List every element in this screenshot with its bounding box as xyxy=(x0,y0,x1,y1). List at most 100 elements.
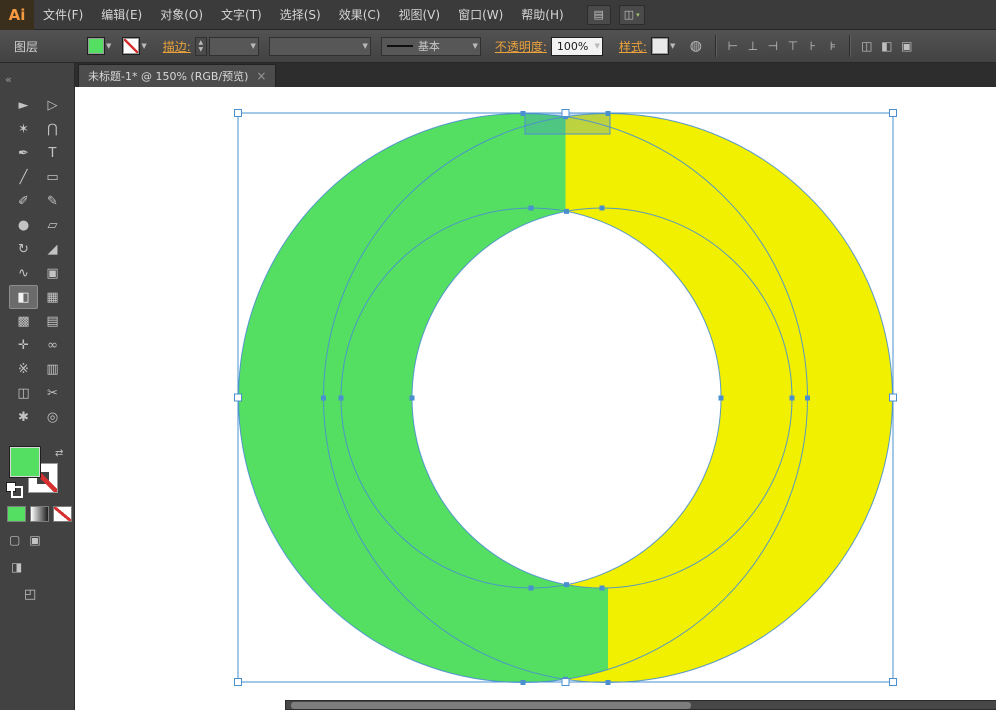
anchor-point[interactable] xyxy=(339,396,344,401)
document-tab[interactable]: 未标题-1* @ 150% (RGB/预览) × xyxy=(78,64,276,87)
stroke-panel-link[interactable]: 描边: xyxy=(163,38,191,55)
align-4-icon[interactable]: ⊤ xyxy=(784,37,801,55)
anchor-point[interactable] xyxy=(606,111,611,116)
selection-tool[interactable]: ► xyxy=(9,93,38,117)
menu-item-8[interactable]: 窗口(W) xyxy=(449,0,512,30)
menu-item-6[interactable]: 效果(C) xyxy=(330,0,390,30)
rectangle-tool[interactable]: ▭ xyxy=(38,165,67,189)
free-transform-tool[interactable]: ▣ xyxy=(38,261,67,285)
gradient-tool[interactable]: ▤ xyxy=(38,309,67,333)
recolor-artwork-button[interactable]: ◍ xyxy=(687,37,704,55)
arrange-documents-button[interactable]: ◫ ▾ xyxy=(619,5,645,25)
opacity-panel-link[interactable]: 不透明度: xyxy=(495,38,547,55)
screen-mode-button[interactable]: ◨ xyxy=(11,560,22,574)
eyedropper-tool[interactable]: ✛ xyxy=(9,333,38,357)
swap-fill-stroke-button[interactable]: ⇄ xyxy=(55,448,63,459)
zoom-tool[interactable]: ◎ xyxy=(38,405,67,429)
magic-wand-tool[interactable]: ✶ xyxy=(9,117,38,141)
direct-selection-tool[interactable]: ▷ xyxy=(38,93,67,117)
align-6-icon[interactable]: ⊧ xyxy=(824,37,841,55)
stepper-up-icon[interactable]: ▲ xyxy=(199,39,204,46)
blob-brush-tool[interactable]: ● xyxy=(9,213,38,237)
variable-width-profile-dropdown[interactable]: ▼ xyxy=(269,37,371,56)
menu-item-1[interactable]: 文件(F) xyxy=(34,0,92,30)
draw-normal-button[interactable]: ▢ xyxy=(9,533,20,547)
anchor-point[interactable] xyxy=(564,209,569,214)
pen-tool[interactable]: ✒ xyxy=(9,141,38,165)
bbox-handle[interactable] xyxy=(890,679,897,686)
menu-item-5[interactable]: 选择(S) xyxy=(271,0,330,30)
anchor-point[interactable] xyxy=(600,206,605,211)
anchor-point[interactable] xyxy=(564,582,569,587)
line-segment-tool[interactable]: ╱ xyxy=(9,165,38,189)
hand-tool[interactable]: ✱ xyxy=(9,405,38,429)
artboard-tool[interactable]: ◫ xyxy=(9,381,38,405)
transform-3-icon[interactable]: ▣ xyxy=(898,37,915,55)
rotate-tool[interactable]: ↻ xyxy=(9,237,38,261)
column-graph-tool[interactable]: ▥ xyxy=(38,357,67,381)
align-5-icon[interactable]: ⊦ xyxy=(804,37,821,55)
opacity-dropdown[interactable]: 100% ▼ xyxy=(551,37,603,56)
panel-overflow-button[interactable]: ◰ xyxy=(24,587,36,602)
scrollbar-thumb[interactable] xyxy=(291,702,691,709)
bbox-handle[interactable] xyxy=(562,110,569,117)
style-swatch[interactable] xyxy=(652,38,668,54)
gradient-button[interactable] xyxy=(30,506,49,522)
paintbrush-tool[interactable]: ✐ xyxy=(9,189,38,213)
anchor-point[interactable] xyxy=(600,586,605,591)
bbox-handle[interactable] xyxy=(562,679,569,686)
align-3-icon[interactable]: ⊣ xyxy=(764,37,781,55)
anchor-point[interactable] xyxy=(529,206,534,211)
pencil-tool[interactable]: ✎ xyxy=(38,189,67,213)
bbox-handle[interactable] xyxy=(890,110,897,117)
perspective-grid-tool[interactable]: ▦ xyxy=(38,285,67,309)
bbox-handle[interactable] xyxy=(235,394,242,401)
color-button[interactable] xyxy=(7,506,26,522)
anchor-point[interactable] xyxy=(521,680,526,685)
draw-inside-button[interactable]: ▣ xyxy=(29,533,40,547)
anchor-point[interactable] xyxy=(790,396,795,401)
scale-tool[interactable]: ◢ xyxy=(38,237,67,261)
eraser-tool[interactable]: ▱ xyxy=(38,213,67,237)
shape-builder-tool[interactable]: ◧ xyxy=(9,285,38,309)
stroke-weight-dropdown[interactable]: ▼ xyxy=(209,37,259,56)
transform-1-icon[interactable]: ◫ xyxy=(858,37,875,55)
anchor-point[interactable] xyxy=(410,396,415,401)
menu-item-3[interactable]: 对象(O) xyxy=(151,0,212,30)
type-tool[interactable]: T xyxy=(38,141,67,165)
width-tool[interactable]: ∿ xyxy=(9,261,38,285)
menu-item-2[interactable]: 编辑(E) xyxy=(92,0,151,30)
tab-close-button[interactable]: × xyxy=(256,69,266,83)
anchor-point[interactable] xyxy=(521,111,526,116)
symbol-sprayer-tool[interactable]: ※ xyxy=(9,357,38,381)
bbox-handle[interactable] xyxy=(235,679,242,686)
stepper-down-icon[interactable]: ▼ xyxy=(199,46,204,53)
align-1-icon[interactable]: ⊢ xyxy=(724,37,741,55)
artwork[interactable] xyxy=(75,87,996,710)
blend-tool[interactable]: ∞ xyxy=(38,333,67,357)
toolbar-fill-swatch[interactable] xyxy=(10,447,40,477)
anchor-point[interactable] xyxy=(606,680,611,685)
bridge-button[interactable]: ▤ xyxy=(587,5,611,25)
menu-item-7[interactable]: 视图(V) xyxy=(389,0,449,30)
chevron-down-icon[interactable]: ▼ xyxy=(106,42,111,50)
anchor-point[interactable] xyxy=(529,586,534,591)
anchor-point[interactable] xyxy=(805,396,810,401)
align-2-icon[interactable]: ⊥ xyxy=(744,37,761,55)
transform-2-icon[interactable]: ◧ xyxy=(878,37,895,55)
chevron-down-icon[interactable]: ▼ xyxy=(141,42,146,50)
anchor-point[interactable] xyxy=(321,396,326,401)
anchor-point[interactable] xyxy=(719,396,724,401)
stroke-color-swatch[interactable] xyxy=(123,38,139,54)
mesh-tool[interactable]: ▩ xyxy=(9,309,38,333)
chevron-down-icon[interactable]: ▼ xyxy=(670,42,675,50)
default-fill-stroke-button[interactable] xyxy=(6,482,22,495)
menu-item-4[interactable]: 文字(T) xyxy=(212,0,271,30)
none-button[interactable] xyxy=(53,506,72,522)
slice-tool[interactable]: ✂ xyxy=(38,381,67,405)
graphic-style-link[interactable]: 样式: xyxy=(619,38,647,55)
canvas[interactable] xyxy=(75,87,996,710)
bbox-handle[interactable] xyxy=(235,110,242,117)
bbox-handle[interactable] xyxy=(890,394,897,401)
brush-definition-dropdown[interactable]: 基本 ▼ xyxy=(381,37,481,56)
